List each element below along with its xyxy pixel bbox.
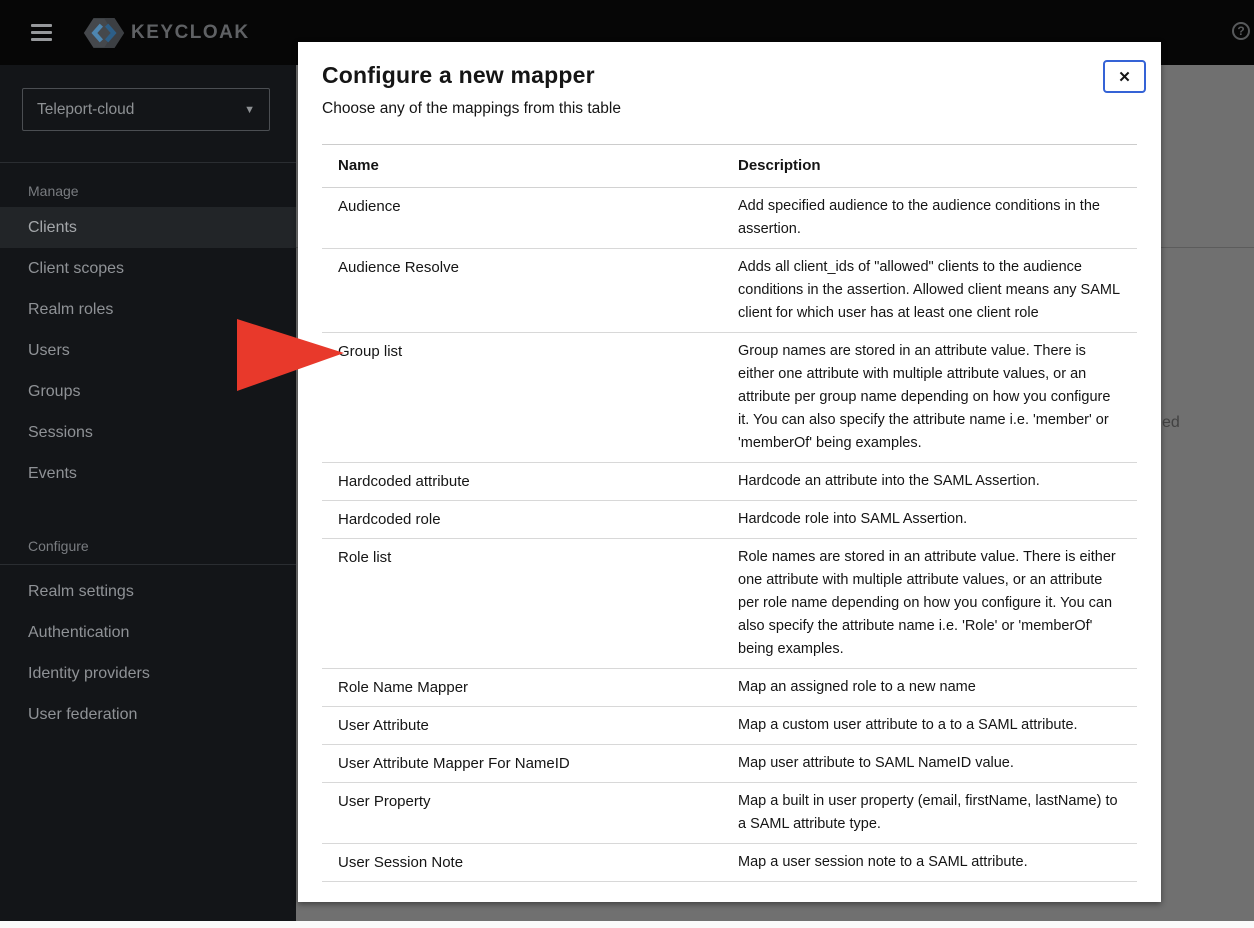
chevron-down-icon: ▼ (244, 103, 255, 116)
sidebar-item-clients[interactable]: Clients (0, 207, 296, 248)
sidebar-item-authentication[interactable]: Authentication (0, 612, 296, 653)
mapper-description: Map a custom user attribute to a to a SA… (738, 717, 1078, 733)
column-header-name: Name (338, 157, 379, 174)
bottom-edge (0, 921, 1254, 928)
sidebar-item-groups[interactable]: Groups (0, 371, 296, 412)
table-row-audience-resolve[interactable]: Audience Resolve Adds all client_ids of … (322, 249, 1137, 333)
table-row-hardcoded-attribute[interactable]: Hardcoded attribute Hardcode an attribut… (322, 463, 1137, 501)
table-header-row: Name Description (322, 145, 1137, 188)
table-row-hardcoded-role[interactable]: Hardcoded role Hardcode role into SAML A… (322, 501, 1137, 539)
mapper-description: Map an assigned role to a new name (738, 679, 976, 695)
sidebar-item-user-federation[interactable]: User federation (0, 694, 296, 735)
brand-text: KEYCLOAK (131, 21, 250, 43)
sidebar-item-events[interactable]: Events (0, 453, 296, 494)
keycloak-logo: KEYCLOAK (83, 15, 250, 51)
table-row-user-attribute-mapper-for-nameid[interactable]: User Attribute Mapper For NameID Map use… (322, 745, 1137, 783)
table-row-group-list[interactable]: Group list Group names are stored in an … (322, 333, 1137, 463)
mapper-description: Map user attribute to SAML NameID value. (738, 755, 1014, 771)
sidebar-item-realm-roles[interactable]: Realm roles (0, 289, 296, 330)
background-partial-text: ed (1162, 414, 1180, 431)
mapper-name: User Attribute (338, 717, 429, 734)
table-row-role-list[interactable]: Role list Role names are stored in an at… (322, 539, 1137, 669)
table-row-user-attribute[interactable]: User Attribute Map a custom user attribu… (322, 707, 1137, 745)
nav-toggle-button[interactable] (27, 20, 56, 45)
help-icon: ? (1232, 22, 1250, 40)
mapper-description: Adds all client_ids of "allowed" clients… (738, 259, 1120, 321)
mapper-name: User Session Note (338, 854, 464, 871)
sidebar: Teleport-cloud ▼ Manage Clients Client s… (0, 65, 296, 921)
modal-subtitle: Choose any of the mappings from this tab… (322, 100, 621, 117)
keycloak-icon (83, 17, 125, 48)
realm-selector-value: Teleport-cloud (37, 100, 135, 118)
mapper-name: Role Name Mapper (338, 679, 469, 696)
nav-divider (0, 162, 296, 163)
nav-group-manage: Manage (28, 183, 79, 199)
sidebar-item-realm-settings[interactable]: Realm settings (0, 571, 296, 612)
sidebar-nav: Manage Clients Client scopes Realm roles… (0, 131, 296, 735)
column-header-description: Description (738, 157, 821, 174)
realm-selector[interactable]: Teleport-cloud ▼ (22, 88, 270, 131)
mapper-description: Map a built in user property (email, fir… (738, 793, 1118, 832)
mapper-name: User Property (338, 793, 431, 810)
mapper-name: Role list (338, 549, 392, 566)
mapper-name: Hardcoded attribute (338, 473, 470, 490)
nav-group-configure: Configure (28, 538, 89, 554)
configure-mapper-modal: Configure a new mapper ✕ Choose any of t… (298, 42, 1161, 902)
mapper-table: Name Description Audience Add specified … (322, 144, 1137, 882)
mapper-name: Audience (338, 198, 401, 215)
close-icon: ✕ (1118, 68, 1131, 86)
sidebar-item-client-scopes[interactable]: Client scopes (0, 248, 296, 289)
sidebar-item-identity-providers[interactable]: Identity providers (0, 653, 296, 694)
table-row-role-name-mapper[interactable]: Role Name Mapper Map an assigned role to… (322, 669, 1137, 707)
mapper-name: User Attribute Mapper For NameID (338, 755, 570, 772)
mapper-description: Add specified audience to the audience c… (738, 198, 1100, 237)
table-row-user-session-note[interactable]: User Session Note Map a user session not… (322, 844, 1137, 882)
mapper-description: Group names are stored in an attribute v… (738, 343, 1111, 451)
table-row-user-property[interactable]: User Property Map a built in user proper… (322, 783, 1137, 844)
hamburger-icon (31, 24, 52, 41)
mapper-name: Hardcoded role (338, 511, 441, 528)
mapper-name: Group list (338, 343, 403, 360)
table-row-audience[interactable]: Audience Add specified audience to the a… (322, 188, 1137, 249)
mapper-description: Role names are stored in an attribute va… (738, 549, 1116, 657)
help-button[interactable]: ? (1232, 22, 1250, 40)
mapper-description: Hardcode role into SAML Assertion. (738, 511, 968, 527)
nav-divider (0, 564, 296, 565)
sidebar-item-sessions[interactable]: Sessions (0, 412, 296, 453)
modal-title: Configure a new mapper (322, 62, 595, 88)
mapper-description: Hardcode an attribute into the SAML Asse… (738, 473, 1040, 489)
mapper-name: Audience Resolve (338, 259, 459, 276)
mapper-description: Map a user session note to a SAML attrib… (738, 854, 1028, 870)
close-button[interactable]: ✕ (1103, 60, 1146, 93)
sidebar-item-users[interactable]: Users (0, 330, 296, 371)
